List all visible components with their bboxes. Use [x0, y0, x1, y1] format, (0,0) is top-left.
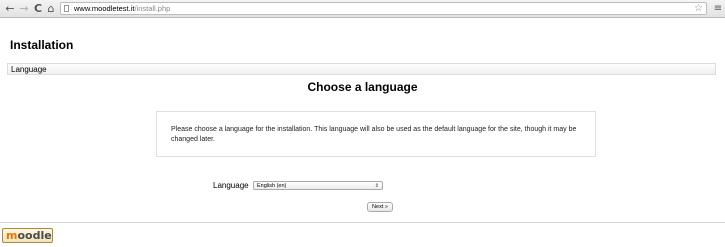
next-button[interactable]: Next »: [367, 202, 393, 212]
browser-toolbar: ← → C ⌂ www.moodletest.it/install.php ☆ …: [0, 0, 725, 18]
home-icon[interactable]: ⌂: [45, 2, 57, 15]
info-text: Please choose a language for the install…: [171, 126, 577, 143]
page-icon: [64, 5, 69, 12]
bookmark-star-icon[interactable]: ☆: [694, 3, 703, 14]
language-select[interactable]: English (en) ⇕: [253, 181, 383, 190]
language-label: Language: [213, 181, 249, 190]
breadcrumb-label: Language: [11, 65, 47, 74]
forward-arrow-icon[interactable]: →: [18, 2, 30, 15]
moodle-logo[interactable]: moodle: [2, 228, 53, 243]
back-arrow-icon[interactable]: ←: [4, 2, 16, 15]
menu-icon[interactable]: ≡: [713, 2, 723, 15]
select-arrows-icon: ⇕: [374, 183, 379, 189]
breadcrumb: Language: [7, 63, 716, 75]
page-title: Installation: [10, 38, 74, 52]
address-bar[interactable]: www.moodletest.it/install.php ☆: [60, 2, 707, 15]
footer-divider: [0, 222, 725, 223]
url-text: www.moodletest.it/install.php: [74, 4, 171, 13]
reload-icon[interactable]: C: [32, 2, 44, 15]
language-selected-value: English (en): [257, 183, 287, 189]
info-box: Please choose a language for the install…: [156, 111, 596, 157]
section-heading: Choose a language: [307, 80, 418, 94]
